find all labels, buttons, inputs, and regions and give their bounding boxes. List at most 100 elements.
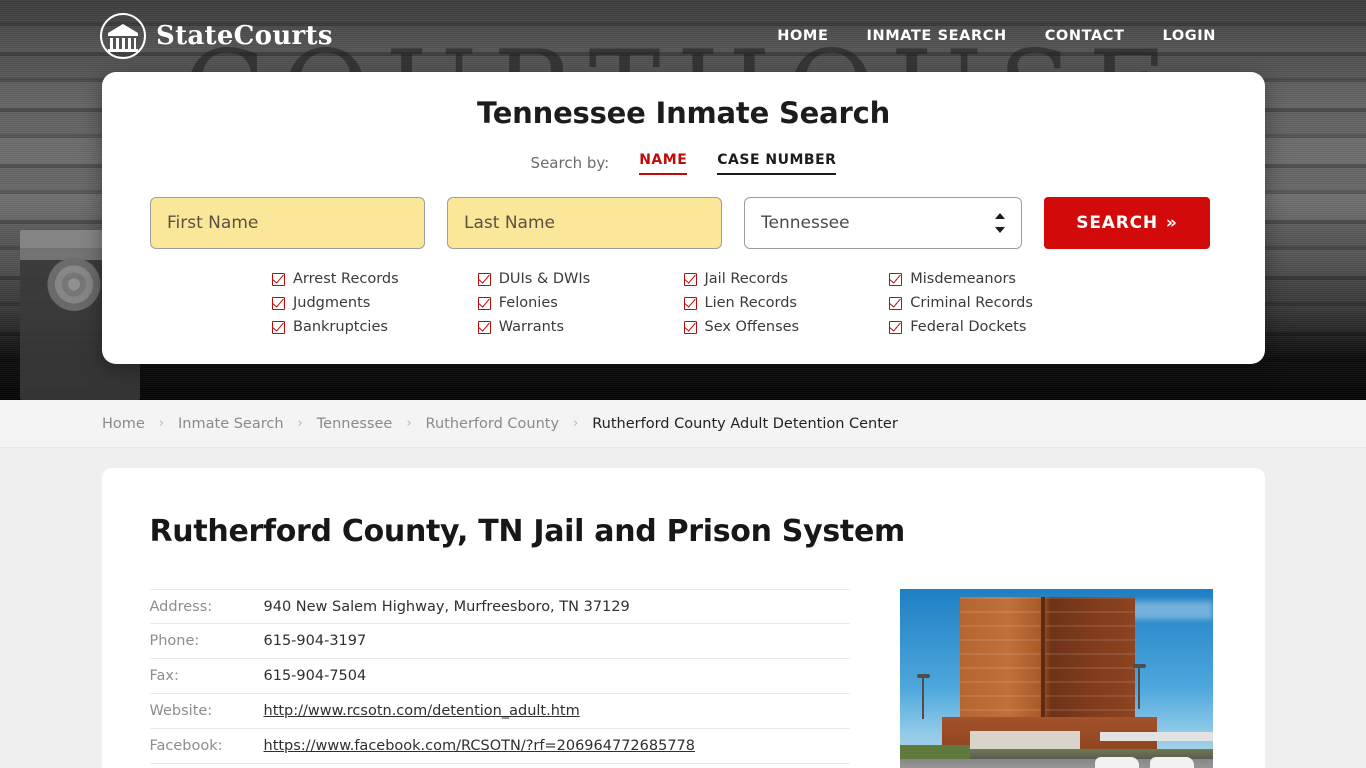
- facility-detail-card: Rutherford County, TN Jail and Prison Sy…: [101, 468, 1265, 768]
- breadcrumb-item-rutherford-county[interactable]: Rutherford County: [426, 416, 560, 432]
- info-value-website-link[interactable]: http://www.rcsotn.com/detention_adult.ht…: [264, 703, 580, 719]
- checkbox-checked-icon: [683, 272, 697, 286]
- info-label-facebook: Facebook:: [149, 738, 223, 754]
- record-type-item[interactable]: Criminal Records: [889, 295, 1095, 311]
- record-type-item[interactable]: Sex Offenses: [683, 319, 890, 335]
- search-button-label: SEARCH: [1076, 213, 1158, 233]
- record-type-label: Lien Records: [704, 295, 797, 311]
- nav-link-inmate-search[interactable]: INMATE SEARCH: [866, 28, 1006, 44]
- record-type-label: Criminal Records: [910, 295, 1033, 311]
- record-type-item[interactable]: Bankruptcies: [272, 319, 478, 335]
- site-header: StateCourts HOME INMATE SEARCH CONTACT L…: [0, 0, 1366, 72]
- logo-roof-shape: [108, 24, 138, 33]
- checkbox-checked-icon: [272, 272, 285, 286]
- info-value-address: 940 New Salem Highway, Murfreesboro, TN …: [263, 598, 630, 615]
- info-value-phone: 615-904-3197: [263, 633, 367, 649]
- checkbox-checked-icon: [272, 296, 285, 310]
- breadcrumb: Home › Inmate Search › Tennessee › Ruthe…: [0, 400, 1366, 448]
- breadcrumb-item-tennessee[interactable]: Tennessee: [317, 416, 393, 432]
- info-value-fax: 615-904-7504: [263, 668, 367, 684]
- search-form-row: Tennessee SEARCH »: [102, 197, 1265, 249]
- record-type-label: Jail Records: [704, 271, 788, 287]
- photo-light-pole: [1132, 664, 1146, 709]
- logo-base-shape: [108, 49, 138, 52]
- hero-section: COURTHOUSE StateCourts HOME INMATE SEARC…: [0, 0, 1366, 400]
- nav-link-home[interactable]: HOME: [777, 28, 828, 44]
- checkbox-checked-icon: [683, 296, 697, 310]
- breadcrumb-item-inmate-search[interactable]: Inmate Search: [178, 416, 284, 432]
- record-type-item[interactable]: Arrest Records: [272, 271, 478, 287]
- checkbox-checked-icon: [889, 320, 903, 334]
- record-type-item[interactable]: Judgments: [272, 295, 478, 311]
- state-select-wrapper: Tennessee: [744, 197, 1022, 249]
- record-type-label: Sex Offenses: [704, 319, 800, 335]
- breadcrumb-separator-icon: ›: [158, 416, 165, 431]
- page-content: Rutherford County, TN Jail and Prison Sy…: [0, 448, 1366, 768]
- search-by-row: Search by: NAME CASE NUMBER: [102, 152, 1265, 175]
- checkbox-checked-icon: [272, 320, 285, 334]
- breadcrumb-item-current: Rutherford County Adult Detention Center: [592, 415, 898, 432]
- brand-name: StateCourts: [156, 21, 333, 51]
- record-type-label: Misdemeanors: [910, 271, 1016, 287]
- facility-info-area: Address: 940 New Salem Highway, Murfrees…: [149, 589, 1217, 768]
- photo-car: [1094, 757, 1139, 768]
- record-type-item[interactable]: Jail Records: [683, 271, 890, 287]
- facility-info-table: Address: 940 New Salem Highway, Murfrees…: [149, 589, 850, 768]
- record-type-label: Federal Dockets: [910, 319, 1027, 335]
- courthouse-logo-icon: [100, 13, 146, 59]
- record-type-item[interactable]: Warrants: [477, 319, 684, 335]
- last-name-input[interactable]: [447, 197, 722, 249]
- main-navigation: HOME INMATE SEARCH CONTACT LOGIN: [777, 28, 1216, 44]
- table-row: Phone: 615-904-3197: [149, 624, 850, 659]
- record-type-label: Felonies: [498, 295, 558, 311]
- info-label-address: Address:: [149, 598, 213, 615]
- record-type-item[interactable]: Felonies: [477, 295, 684, 311]
- breadcrumb-item-home[interactable]: Home: [102, 416, 145, 432]
- facility-photo: [899, 589, 1213, 768]
- record-type-item[interactable]: Federal Dockets: [889, 319, 1095, 335]
- checkbox-checked-icon: [477, 320, 491, 334]
- info-value-facebook-link[interactable]: https://www.facebook.com/RCSOTN/?rf=2069…: [264, 738, 696, 754]
- double-chevron-right-icon: »: [1165, 212, 1178, 233]
- record-type-label: Warrants: [498, 319, 565, 335]
- record-type-item[interactable]: Misdemeanors: [889, 271, 1095, 287]
- search-by-label: Search by:: [530, 154, 610, 172]
- first-name-input[interactable]: [150, 197, 425, 249]
- photo-building-edge: [1040, 597, 1045, 737]
- checkbox-checked-icon: [477, 296, 491, 310]
- tab-case-number[interactable]: CASE NUMBER: [717, 152, 837, 175]
- breadcrumb-separator-icon: ›: [297, 416, 303, 431]
- photo-car: [1149, 757, 1194, 768]
- table-row: Website: http://www.rcsotn.com/detention…: [149, 694, 850, 729]
- table-row: Address: 940 New Salem Highway, Murfrees…: [149, 589, 850, 624]
- page-title: Rutherford County, TN Jail and Prison Sy…: [149, 514, 906, 549]
- nav-link-login[interactable]: LOGIN: [1163, 28, 1216, 44]
- photo-light-pole: [916, 674, 930, 719]
- record-type-item[interactable]: Lien Records: [683, 295, 890, 311]
- info-label-website: Website:: [149, 703, 213, 719]
- checkbox-checked-icon: [683, 320, 697, 334]
- state-select[interactable]: Tennessee: [744, 197, 1022, 249]
- photo-canopy: [1099, 732, 1213, 741]
- checkbox-checked-icon: [477, 272, 491, 286]
- search-card-title: Tennessee Inmate Search: [476, 96, 891, 130]
- table-row: Facebook: https://www.facebook.com/RCSOT…: [149, 729, 850, 764]
- info-label-fax: Fax:: [149, 668, 179, 684]
- brand-logo[interactable]: StateCourts: [100, 13, 333, 59]
- inmate-search-card: Tennessee Inmate Search Search by: NAME …: [102, 72, 1265, 364]
- breadcrumb-separator-icon: ›: [573, 416, 579, 431]
- record-type-label: DUIs & DWIs: [498, 271, 591, 287]
- record-type-label: Arrest Records: [293, 271, 399, 287]
- photo-grass: [899, 745, 970, 759]
- nav-link-contact[interactable]: CONTACT: [1045, 28, 1125, 44]
- record-type-item[interactable]: DUIs & DWIs: [477, 271, 684, 287]
- tab-name[interactable]: NAME: [639, 152, 688, 175]
- search-button[interactable]: SEARCH »: [1044, 197, 1210, 249]
- checkbox-checked-icon: [889, 296, 903, 310]
- breadcrumb-separator-icon: ›: [406, 416, 412, 431]
- info-label-phone: Phone:: [149, 633, 200, 649]
- record-type-label: Bankruptcies: [293, 319, 388, 335]
- checkbox-checked-icon: [889, 272, 903, 286]
- photo-building: [959, 597, 1135, 737]
- table-row: Fax: 615-904-7504: [149, 659, 850, 694]
